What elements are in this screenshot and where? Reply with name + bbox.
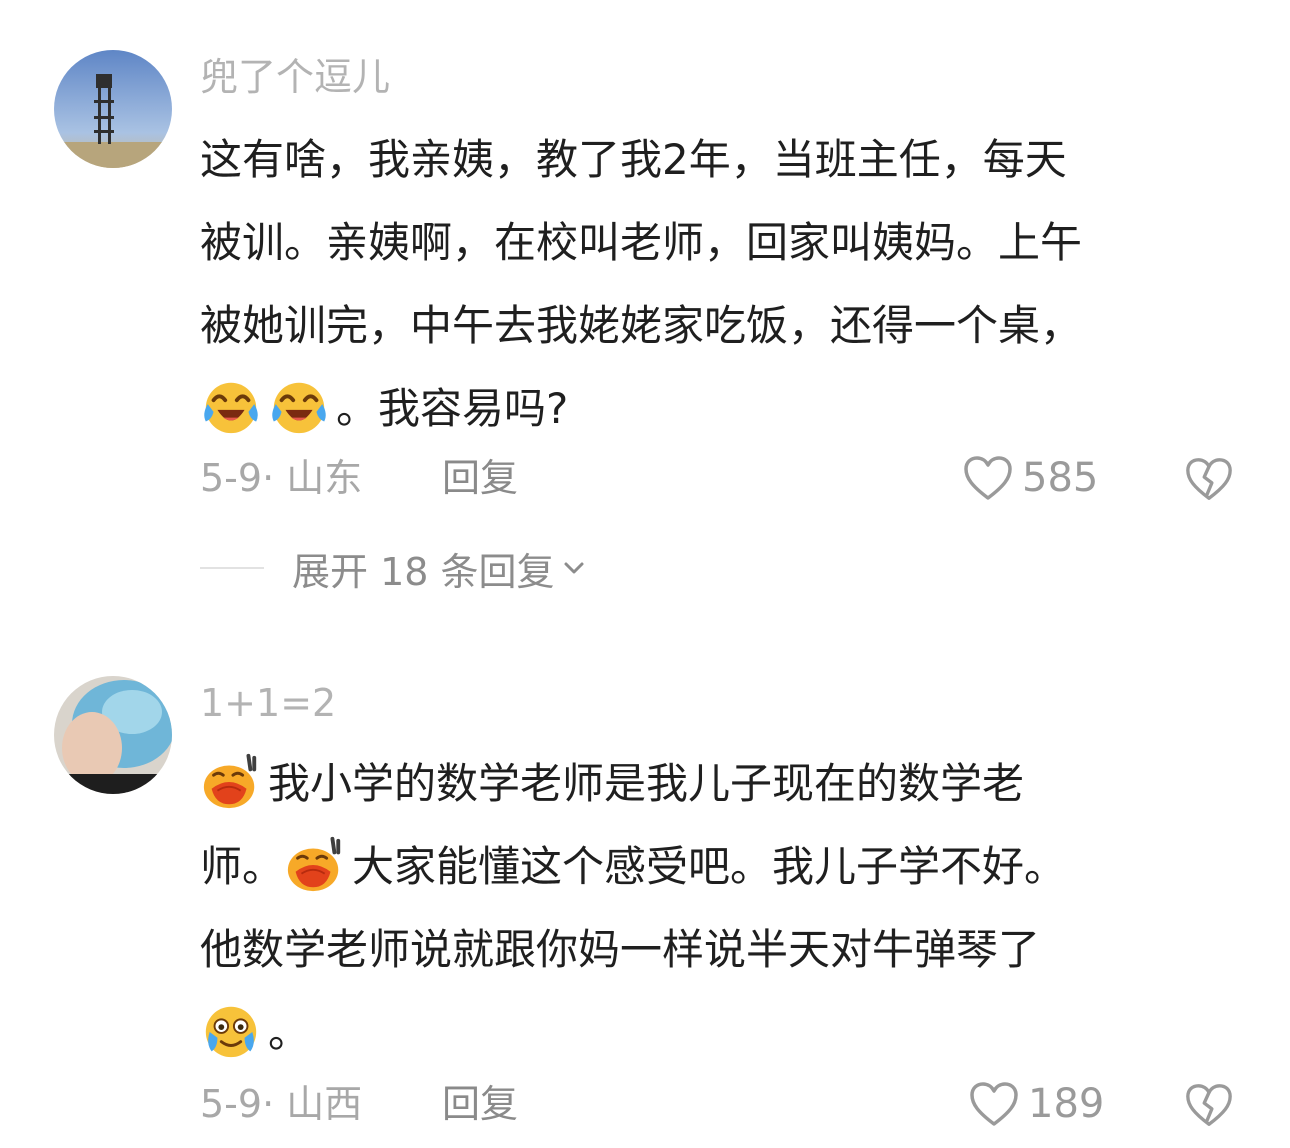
- laughing-crying-emoji-icon: [268, 375, 330, 437]
- reply-button[interactable]: 回复: [442, 450, 518, 506]
- broken-heart-icon[interactable]: [1184, 454, 1234, 504]
- blue-hair-portrait-avatar-icon: [54, 676, 172, 794]
- comment-line: 他数学老师说就跟你妈一样说半天对牛弹琴了: [200, 925, 1041, 974]
- comment-item: 兜了个逗儿 这有啥，我亲姨，教了我2年，当班主任，每天 被训。亲姨啊，在校叫老师…: [0, 0, 1290, 620]
- comment-meta: 5-9· 山东 回复 585: [200, 450, 1240, 506]
- username[interactable]: 1+1=2: [200, 684, 336, 722]
- user-avatar[interactable]: [54, 676, 172, 794]
- heart-outline-icon: [970, 1082, 1018, 1126]
- broken-heart-icon[interactable]: [1184, 1080, 1234, 1130]
- comment-text: 这有啥，我亲姨，教了我2年，当班主任，每天 被训。亲姨啊，在校叫老师，回家叫姨妈…: [200, 118, 1240, 450]
- comment-line-text: 我小学的数学老师是我儿子现在的数学老: [268, 759, 1025, 808]
- username[interactable]: 兜了个逗儿: [200, 58, 390, 96]
- comment-item: 1+1=2 我小学的数学老师是我儿子现在的数学老 师。 大家能懂这个感受吧。我儿子…: [0, 620, 1290, 1148]
- crying-grin-emoji-icon: [200, 999, 262, 1061]
- comment-line: 被她训完，中午去我姥姥家吃饭，还得一个桌，: [200, 301, 1083, 350]
- like-count: 189: [1028, 1081, 1105, 1127]
- comment-line-with-emoji: 。: [200, 991, 1240, 1074]
- expand-replies-label: 展开 18 条回复: [292, 549, 555, 594]
- comment-line-text: 。我容易吗?: [336, 384, 569, 433]
- sweating-smile-emoji-icon: [284, 833, 346, 895]
- like-button[interactable]: 585: [962, 450, 1098, 506]
- date-location: 5-9· 山东: [200, 456, 363, 500]
- comment-line-text: 师。: [200, 842, 285, 891]
- comment-text: 我小学的数学老师是我儿子现在的数学老 师。 大家能懂这个感受吧。我儿子学不好。 他…: [200, 742, 1240, 1074]
- comment-line: 这有啥，我亲姨，教了我2年，当班主任，每天: [200, 135, 1067, 184]
- comment-line-with-emoji: 师。 大家能懂这个感受吧。我儿子学不好。: [200, 825, 1240, 908]
- watchtower-landscape-avatar-icon: [54, 50, 172, 168]
- reply-button[interactable]: 回复: [442, 1076, 518, 1132]
- user-avatar[interactable]: [54, 50, 172, 168]
- comment-line-text: 。: [268, 1008, 311, 1057]
- laughing-crying-emoji-icon: [200, 375, 262, 437]
- heart-outline-icon: [964, 456, 1012, 500]
- chevron-down-icon: [564, 562, 584, 574]
- comment-line-text: 大家能懂这个感受吧。我儿子学不好。: [352, 842, 1067, 891]
- comment-line-with-emoji: 我小学的数学老师是我儿子现在的数学老: [200, 742, 1240, 825]
- like-count: 585: [1022, 455, 1099, 501]
- date-location: 5-9· 山西: [200, 1082, 363, 1126]
- comment-line-with-emoji: 。我容易吗?: [200, 367, 1240, 450]
- divider-line: [200, 567, 264, 569]
- comment-meta: 5-9· 山西 回复 189: [200, 1076, 1240, 1132]
- expand-replies-button[interactable]: 展开 18 条回复: [200, 540, 587, 596]
- like-button[interactable]: 189: [968, 1076, 1104, 1132]
- comment-line: 被训。亲姨啊，在校叫老师，回家叫姨妈。上午: [200, 218, 1083, 267]
- sweating-smile-emoji-icon: [200, 750, 262, 812]
